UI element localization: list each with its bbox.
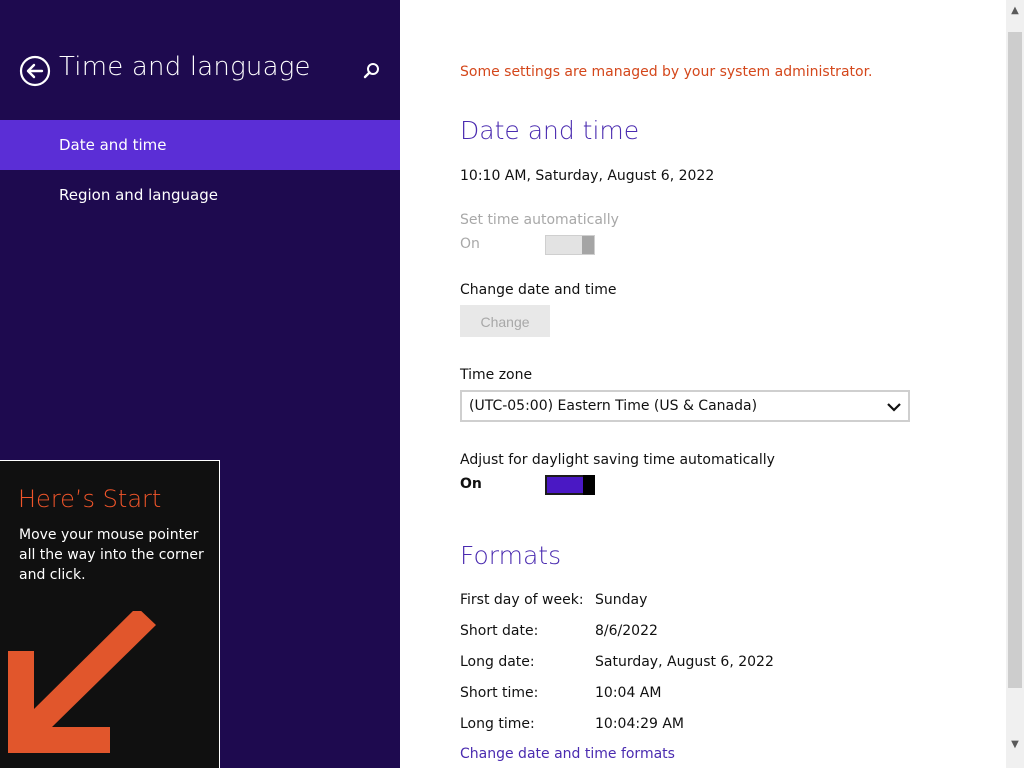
start-tip-body: Move your mouse pointer all the way into… [19, 527, 204, 583]
set-time-auto-toggle[interactable] [545, 235, 595, 255]
formats-heading: Formats [460, 541, 562, 570]
dst-label: Adjust for daylight saving time automati… [460, 452, 775, 468]
back-button[interactable] [19, 55, 51, 87]
chevron-down-icon [887, 403, 901, 412]
change-date-time-label: Change date and time [460, 282, 617, 298]
vertical-scrollbar[interactable]: ▲ ▼ [1006, 0, 1024, 768]
change-formats-link[interactable]: Change date and time formats [460, 746, 675, 762]
format-label-first-day: First day of week: [460, 592, 584, 608]
sidebar-item-date-and-time[interactable]: Date and time [0, 120, 400, 170]
format-value-short-date: 8/6/2022 [595, 623, 658, 639]
scroll-thumb[interactable] [1008, 32, 1022, 688]
start-corner-arrow-icon [8, 611, 156, 753]
date-time-heading: Date and time [460, 116, 640, 145]
format-value-long-time: 10:04:29 AM [595, 716, 684, 732]
format-label-long-time: Long time: [460, 716, 535, 732]
dst-state: On [460, 476, 482, 492]
format-value-long-date: Saturday, August 6, 2022 [595, 654, 774, 670]
start-tip-panel: Here’s Start Move your mouse pointer all… [0, 460, 220, 768]
back-arrow-icon [19, 55, 51, 87]
admin-warning: Some settings are managed by your system… [460, 64, 873, 80]
main-content: Some settings are managed by your system… [400, 0, 1006, 768]
start-tip-title: Here’s Start [18, 485, 162, 513]
scroll-down-arrow-icon[interactable]: ▼ [1006, 734, 1024, 756]
format-label-long-date: Long date: [460, 654, 535, 670]
current-date-time: 10:10 AM, Saturday, August 6, 2022 [460, 168, 715, 184]
page-title: Time and language [59, 52, 311, 82]
sidebar-item-label: Region and language [59, 186, 218, 204]
time-zone-label: Time zone [460, 367, 533, 383]
format-label-short-time: Short time: [460, 685, 539, 701]
sidebar: Time and language Date and time Region a… [0, 0, 400, 768]
dst-toggle[interactable] [545, 475, 595, 495]
scroll-up-arrow-icon[interactable]: ▲ [1006, 0, 1024, 22]
time-zone-value: (UTC-05:00) Eastern Time (US & Canada) [469, 398, 758, 414]
change-button[interactable]: Change [460, 305, 550, 337]
format-label-short-date: Short date: [460, 623, 539, 639]
format-value-first-day: Sunday [595, 592, 648, 608]
search-icon [363, 63, 379, 79]
format-value-short-time: 10:04 AM [595, 685, 662, 701]
set-time-auto-state: On [460, 236, 480, 252]
sidebar-item-label: Date and time [59, 136, 167, 154]
set-time-auto-label: Set time automatically [460, 212, 619, 228]
sidebar-item-region-and-language[interactable]: Region and language [0, 170, 400, 220]
search-button[interactable] [360, 60, 382, 82]
time-zone-select[interactable]: (UTC-05:00) Eastern Time (US & Canada) [460, 390, 910, 422]
